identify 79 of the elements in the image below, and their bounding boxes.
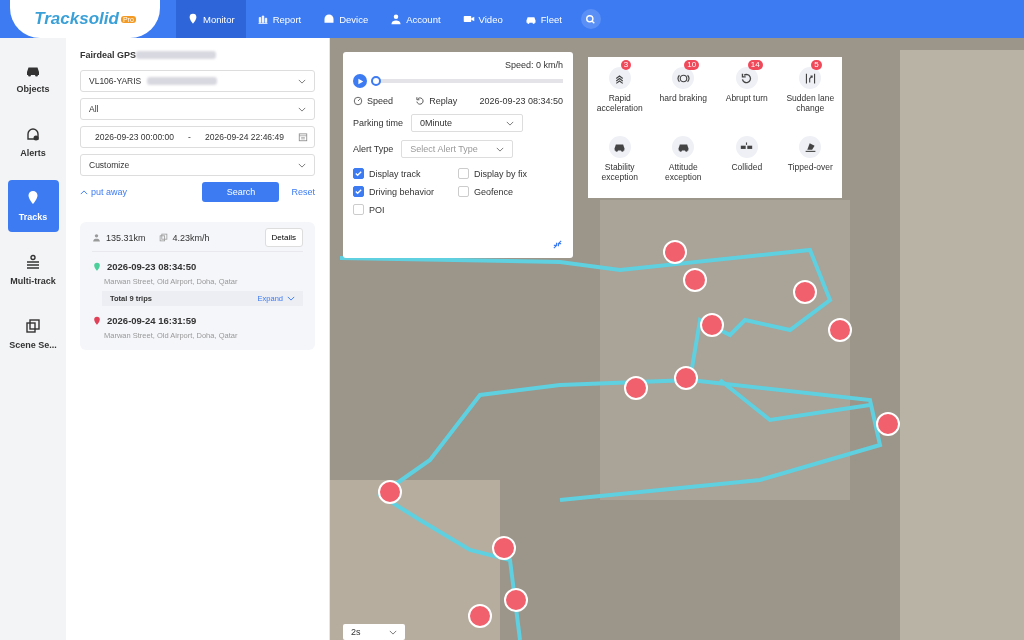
alert-filter-item[interactable]: Attitude exception (651, 127, 715, 196)
sidebar-item[interactable]: Alerts (7, 116, 59, 168)
play-icon (356, 77, 364, 85)
option-checkbox[interactable]: Driving behavior (353, 186, 458, 197)
put-away-link[interactable]: put away (80, 187, 128, 197)
alert-type-label: Alert Type (353, 144, 394, 154)
start-time: 2026-09-23 08:34:50 (107, 261, 197, 272)
option-checkbox[interactable]: Geofence (458, 186, 563, 197)
gauge-icon (353, 96, 363, 106)
alarm-icon (25, 126, 41, 142)
nav-tab[interactable]: Account (379, 0, 452, 38)
nav-tab[interactable]: Video (451, 0, 514, 38)
details-button[interactable]: Details (264, 228, 303, 247)
nav-tab[interactable]: Report (245, 0, 313, 38)
chevron-down-icon (287, 296, 295, 301)
chevron-down-icon (389, 629, 397, 635)
alert-filter-item[interactable]: 14 Abrupt turn (715, 59, 779, 128)
interval-select[interactable]: 2s (343, 624, 405, 640)
count-badge: 3 (620, 60, 632, 70)
collapse-icon[interactable] (552, 239, 563, 250)
count-badge: 14 (747, 60, 763, 70)
sidebar-item[interactable]: Tracks (7, 180, 59, 232)
nav-tab[interactable]: Fleet (513, 0, 573, 38)
chevron-down-icon (298, 78, 306, 84)
alert-filter-item[interactable]: Tipped-over (778, 127, 842, 196)
alert-filter-item[interactable]: Stability exception (588, 127, 652, 196)
alert-filter-item[interactable]: 5 Sudden lane change (778, 59, 842, 128)
lane-change-icon (803, 71, 817, 85)
option-checkbox[interactable]: POI (353, 204, 458, 215)
average-speed-text: 4.23km/h (172, 232, 210, 243)
copy-icon (25, 318, 41, 334)
end-time: 2026-09-24 16:31:59 (107, 315, 197, 326)
parking-time-select[interactable]: 0Minute (411, 114, 524, 132)
sidebar-item[interactable]: Multi-track (7, 244, 59, 296)
alert-filter-item[interactable]: Collided (715, 127, 779, 196)
location-pin-icon (187, 13, 199, 25)
person-icon (92, 233, 101, 242)
parking-time-label: Parking time (353, 118, 404, 128)
progress-handle[interactable] (371, 76, 381, 86)
chevron-up-icon (80, 189, 88, 195)
alert-filter-item[interactable]: 3 Rapid acceleration (588, 59, 652, 128)
search-button[interactable]: Search (202, 182, 280, 202)
location-pin-icon (92, 261, 102, 272)
account-name: Fairdeal GPS (80, 50, 137, 60)
nav-tab[interactable]: Device (312, 0, 380, 38)
distance-text: 135.31km (106, 232, 146, 243)
alert-filter-item[interactable]: 10 hard braking (651, 59, 715, 128)
reset-link[interactable]: Reset (291, 187, 315, 197)
sidebar-item[interactable]: Scene Se... (7, 308, 59, 360)
nav-tab[interactable]: Monitor (176, 0, 246, 38)
chevron-down-icon (298, 106, 306, 112)
chevron-down-icon (506, 120, 515, 126)
replay-button[interactable]: Replay (415, 96, 458, 106)
option-checkbox[interactable]: Display track (353, 168, 458, 179)
play-button[interactable] (353, 74, 367, 88)
speed-reading: Speed: 0 km/h (503, 60, 563, 70)
location-pin-icon (92, 315, 102, 326)
turn-arrow-icon (740, 71, 754, 85)
option-checkbox[interactable]: Display by fix (458, 168, 563, 179)
copy-icon (158, 233, 168, 242)
count-badge: 5 (811, 60, 822, 70)
search-button[interactable] (580, 9, 601, 29)
filter-select[interactable]: All (80, 98, 315, 120)
video-camera-icon (462, 13, 475, 25)
chevron-down-icon (496, 146, 505, 152)
date-range-field[interactable]: 2026-09-23 00:00:00 - 2026-09-24 22:46:49 (80, 126, 315, 148)
speed-button[interactable]: Speed (353, 96, 394, 106)
search-icon (585, 13, 597, 25)
device-select[interactable]: VL106-YARIS (80, 70, 315, 92)
chevron-down-icon (298, 162, 306, 168)
sidebar-item[interactable]: Objects (7, 52, 59, 104)
playback-time: 2026-09-23 08:34:50 (479, 96, 563, 106)
route-list-icon (25, 254, 41, 270)
bar-chart-icon (256, 13, 269, 25)
range-select[interactable]: Customize (80, 154, 315, 176)
count-badge: 10 (684, 60, 700, 70)
person-icon (390, 13, 403, 25)
replay-icon (415, 96, 426, 106)
calendar-icon (298, 132, 308, 142)
